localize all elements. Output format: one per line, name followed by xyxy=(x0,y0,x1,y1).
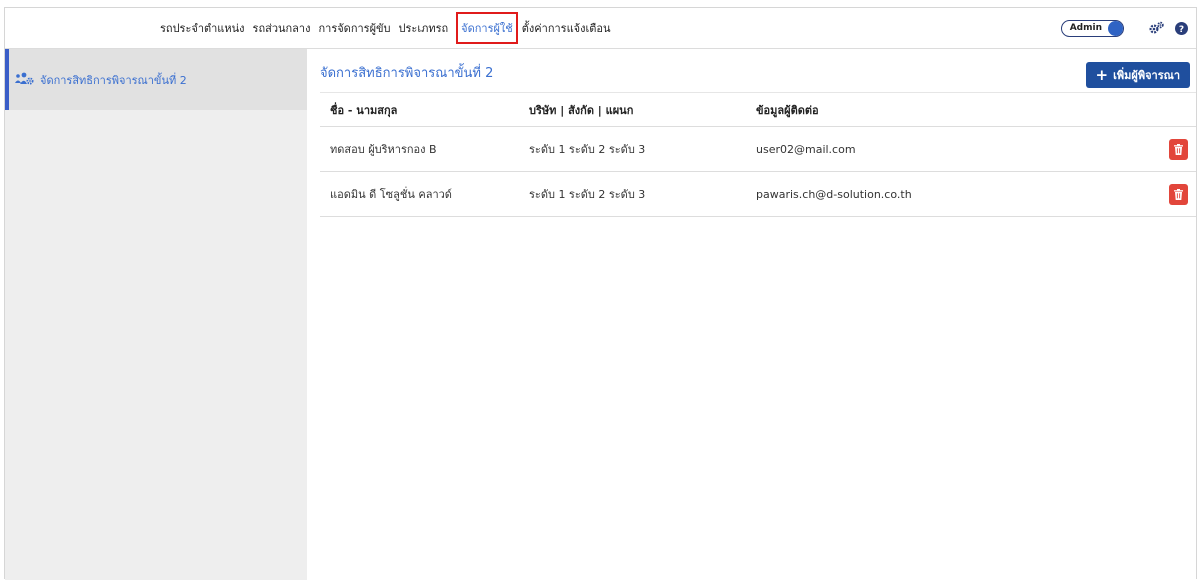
delete-button[interactable] xyxy=(1169,184,1188,205)
sidebar-item-label: จัดการสิทธิการพิจารณาขั้นที่ 2 xyxy=(40,73,187,87)
menu-item-notification-settings[interactable]: ตั้งค่าการแจ้งเตือน xyxy=(522,19,611,37)
add-approver-button[interactable]: + เพิ่มผู้พิจารณา xyxy=(1085,62,1190,88)
menu-item-executive-cars[interactable]: รถประจำตำแหน่ง xyxy=(160,19,245,37)
menu-item-driver-management[interactable]: การจัดการผู้ขับ xyxy=(318,19,390,37)
trash-icon xyxy=(1174,189,1183,200)
help-icon[interactable]: ? xyxy=(1175,21,1188,35)
plus-icon: + xyxy=(1095,65,1109,84)
menu-item-pool-cars[interactable]: รถส่วนกลาง xyxy=(253,19,311,37)
cell-organization: ระดับ 1 ระดับ 2 ระดับ 3 xyxy=(529,188,646,201)
add-button-label: เพิ่มผู้พิจารณา xyxy=(1113,69,1180,82)
cell-contact: user02@mail.com xyxy=(756,142,856,156)
admin-toggle-label: Admin xyxy=(1069,23,1102,33)
main-menu: รถประจำตำแหน่ง รถส่วนกลาง การจัดการผู้ขั… xyxy=(160,8,619,48)
toggle-knob xyxy=(1108,20,1123,36)
svg-text:?: ? xyxy=(1179,25,1184,35)
page-title: จัดการสิทธิการพิจารณาขั้นที่ 2 xyxy=(320,66,494,81)
menu-item-user-management[interactable]: จัดการผู้ใช้ xyxy=(456,12,518,44)
users-cog-icon xyxy=(15,70,34,89)
main-content: จัดการสิทธิการพิจารณาขั้นที่ 2 + เพิ่มผู… xyxy=(307,49,1196,579)
column-header-organization: บริษัท | สังกัด | แผนก xyxy=(529,103,634,117)
column-header-contact: ข้อมูลผู้ติดต่อ xyxy=(756,103,819,117)
gears-icon[interactable] xyxy=(1148,21,1165,35)
top-navigation: รถประจำตำแหน่ง รถส่วนกลาง การจัดการผู้ขั… xyxy=(5,8,1196,49)
delete-button[interactable] xyxy=(1169,139,1188,160)
table-row: แอดมิน ดี โซลูชั่น คลาวด์ ระดับ 1 ระดับ … xyxy=(320,172,1196,217)
header-tools: Admin ? xyxy=(1060,8,1188,48)
cell-name: แอดมิน ดี โซลูชั่น คลาวด์ xyxy=(330,188,452,201)
app-window: รถประจำตำแหน่ง รถส่วนกลาง การจัดการผู้ขั… xyxy=(4,7,1197,580)
cell-name: ทดสอบ ผู้บริหารกอง B xyxy=(330,143,437,156)
trash-icon xyxy=(1174,144,1183,155)
table-header: ชื่อ - นามสกุล บริษัท | สังกัด | แผนก ข้… xyxy=(320,92,1196,127)
approvers-table: ชื่อ - นามสกุล บริษัท | สังกัด | แผนก ข้… xyxy=(320,92,1196,217)
admin-mode-toggle[interactable]: Admin xyxy=(1060,19,1124,37)
sidebar-item-approval-level-2[interactable]: จัดการสิทธิการพิจารณาขั้นที่ 2 xyxy=(5,49,307,110)
cell-contact: pawaris.ch@d-solution.co.th xyxy=(756,187,912,201)
table-row: ทดสอบ ผู้บริหารกอง B ระดับ 1 ระดับ 2 ระด… xyxy=(320,127,1196,172)
menu-item-car-types[interactable]: ประเภทรถ xyxy=(399,19,449,37)
cell-organization: ระดับ 1 ระดับ 2 ระดับ 3 xyxy=(529,143,646,156)
column-header-name: ชื่อ - นามสกุล xyxy=(330,103,398,117)
sidebar: จัดการสิทธิการพิจารณาขั้นที่ 2 xyxy=(5,49,307,580)
